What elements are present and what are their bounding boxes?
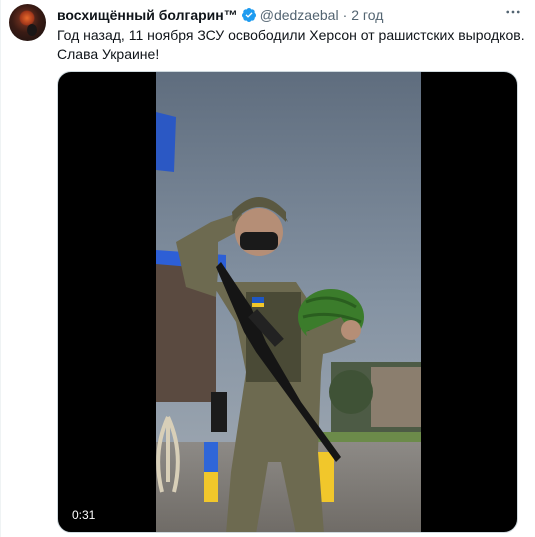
avatar-shadow <box>27 24 37 36</box>
more-options-icon[interactable] <box>504 3 522 21</box>
verified-badge-icon <box>241 7 257 23</box>
author-avatar[interactable] <box>9 4 46 41</box>
video-thumbnail <box>156 72 421 532</box>
video-duration: 0:31 <box>66 506 102 524</box>
separator-dot: · <box>342 7 348 23</box>
video-frame[interactable] <box>156 72 421 532</box>
tweet-card[interactable]: восхищённый болгарин™ @dedzaebal · 2 год… <box>0 0 535 537</box>
tweet-header: восхищённый болгарин™ @dedzaebal · 2 год <box>57 5 527 25</box>
tweet-text: Год назад, 11 ноября ЗСУ освободили Херс… <box>57 27 525 62</box>
tweet-time[interactable]: 2 год <box>351 7 383 23</box>
author-name[interactable]: восхищённый болгарин™ <box>57 7 238 23</box>
video-player[interactable]: 0:31 <box>57 71 518 533</box>
author-handle[interactable]: @dedzaebal <box>260 7 339 23</box>
